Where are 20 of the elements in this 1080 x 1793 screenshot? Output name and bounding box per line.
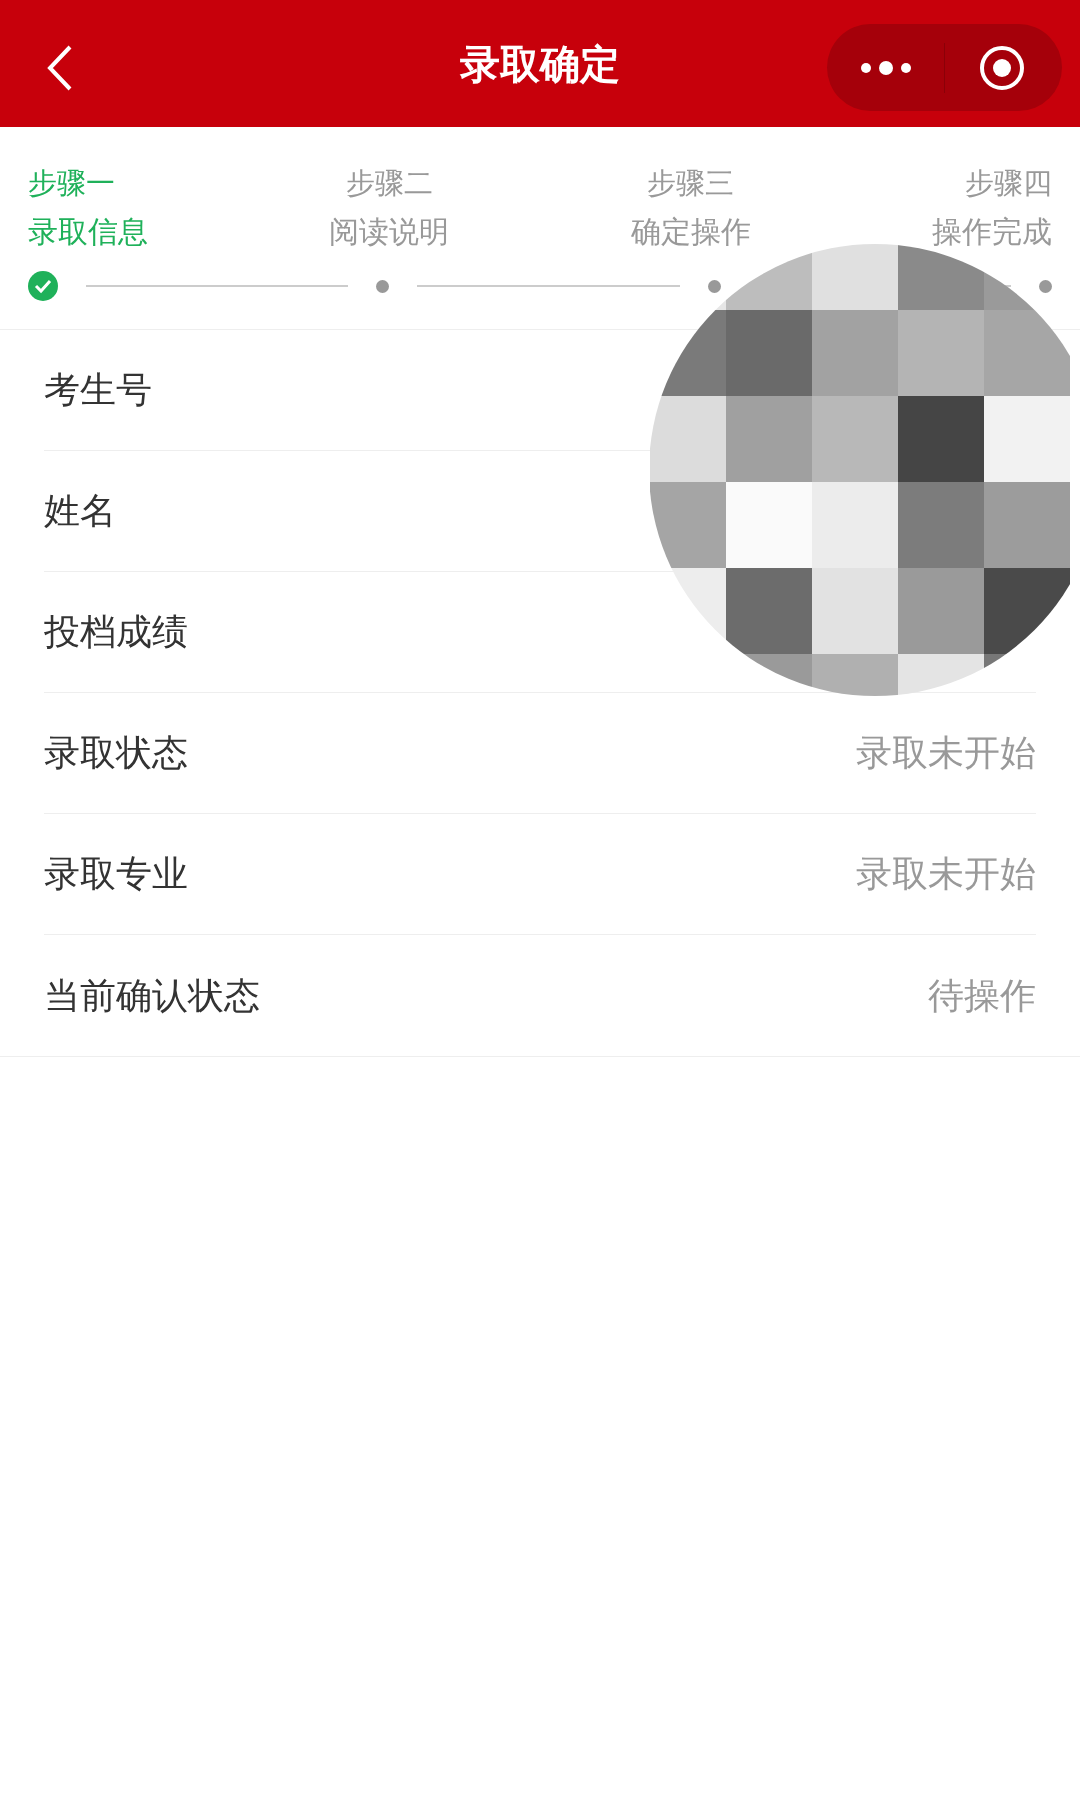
field-label: 姓名: [44, 489, 116, 533]
field-label: 录取专业: [44, 852, 188, 896]
field-label: 当前确认状态: [44, 973, 260, 1018]
step-number: 步骤一: [28, 166, 115, 201]
page-title: 录取确定: [460, 40, 620, 88]
field-value: 录取未开始: [856, 852, 1036, 896]
step-number: 步骤二: [345, 166, 433, 201]
field-label: 考生号: [44, 368, 152, 412]
field-value: 待操作: [928, 973, 1036, 1018]
more-icon[interactable]: [860, 59, 912, 76]
field-value: 录取未开始: [856, 731, 1036, 775]
step-label: 确定操作: [630, 214, 751, 250]
step-number: 步骤四: [965, 166, 1052, 201]
step-number: 步骤三: [647, 166, 735, 201]
field-label: 录取状态: [44, 731, 188, 775]
field-label: 投档成绩: [44, 610, 188, 654]
step-label: 阅读说明: [329, 214, 450, 250]
back-icon[interactable]: [46, 44, 74, 92]
step-label: 操作完成: [932, 214, 1052, 250]
step-label: 录取信息: [28, 214, 148, 250]
